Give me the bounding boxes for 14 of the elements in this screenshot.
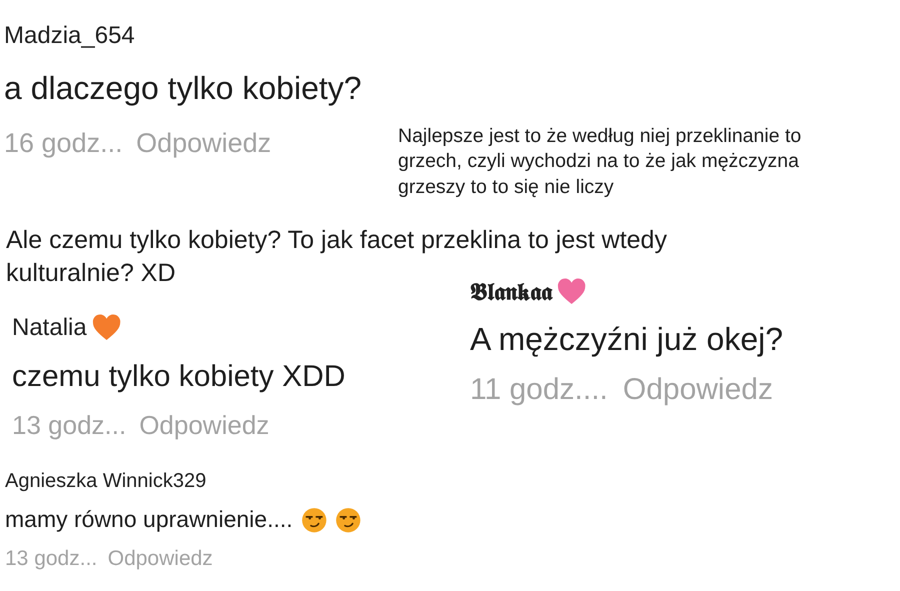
comment-text: mamy równo uprawnienie.... [5,505,293,534]
comment-text: A mężczyźni już okej? [470,320,784,360]
emoji-icon [335,506,362,534]
comment-time: 13 godz... [5,546,98,571]
comment-time: 16 godz... [4,128,123,159]
username[interactable]: Agnieszka Winnick329 [5,470,206,493]
comment-text: Najlepsze jest to że według niej przeklinanie to grzech, czyli wychodzi na to że jak mężczyzna grzeszy to to się nie liczy [398,124,802,200]
username[interactable]: Madzia_654 [4,22,135,50]
comment-text: a dlaczego tylko kobiety? [4,69,362,108]
comment-time: 11 godz.... [470,372,608,407]
username[interactable]: Natalia [12,314,87,342]
emoji-icon [300,506,328,534]
comment-time: 13 godz... [12,410,126,442]
comment-text: czemu tylko kobiety XDD [12,359,346,396]
